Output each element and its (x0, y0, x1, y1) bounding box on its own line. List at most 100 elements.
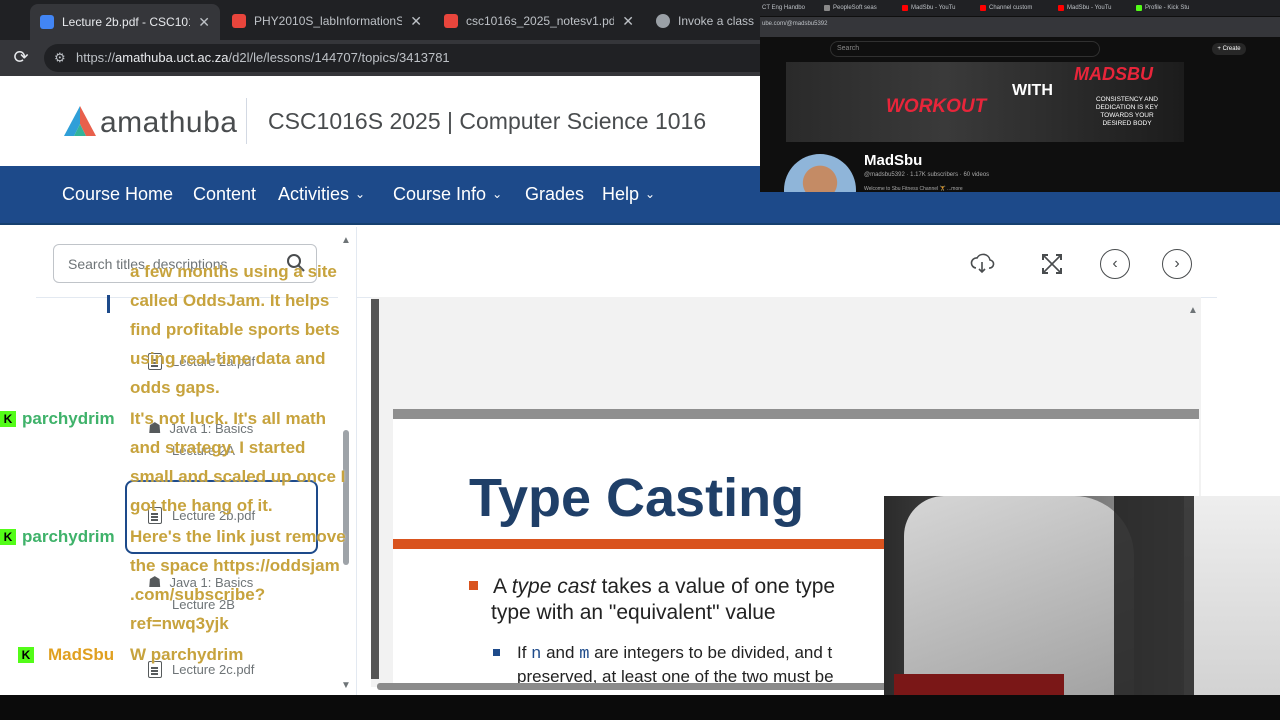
bullet-square-icon (469, 581, 478, 590)
tab-lecture-2b[interactable]: Lecture 2b.pdf - CSC1016S 20 ✕ (30, 4, 220, 40)
kick-badge-icon: K (0, 529, 16, 545)
chat-message-line: It's not luck. It's all math (130, 409, 327, 428)
webcam-shadow (1114, 496, 1194, 720)
overlay-tab: Profile - Kick Stu (1136, 2, 1189, 14)
nav-course-home[interactable]: Course Home (62, 184, 173, 205)
bullet2-and: and (541, 643, 580, 662)
nav-help[interactable]: Help ⌄ (602, 184, 655, 205)
chat-message-line: the space https://oddsjam (130, 556, 340, 575)
url-path: /d2l/le/lessons/144707/topics/3413781 (228, 50, 450, 65)
kick-favicon-icon (1136, 5, 1142, 11)
pdf-favicon-icon (232, 14, 246, 28)
close-tab-icon[interactable]: ✕ (622, 13, 634, 30)
nav-label: Course Home (62, 184, 174, 204)
nav-grades[interactable]: Grades (525, 184, 584, 205)
bullet1-line2: type with an "equivalent" value (491, 601, 776, 624)
overlay-tab-label: CT Eng Handbo (762, 5, 805, 11)
channel-avatar (784, 154, 856, 192)
youtube-search-input: Search (830, 41, 1100, 57)
youtube-favicon-icon (1058, 5, 1064, 11)
bullet2-post: are integers to be divided, and t (589, 643, 833, 662)
close-tab-icon[interactable]: ✕ (410, 13, 422, 30)
scroll-down-icon[interactable]: ▼ (341, 680, 351, 691)
scroll-up-icon[interactable]: ▲ (1188, 305, 1198, 316)
tab-label: PHY2010S_labInformationShe (254, 14, 403, 28)
channel-banner: WORKOUT WITH MADSBU CONSISTENCY AND DEDI… (786, 62, 1184, 142)
webcam-overlay (884, 496, 1280, 720)
chat-message-line: Here's the link just remove (130, 527, 346, 546)
nav-content[interactable]: Content (193, 184, 256, 205)
download-icon[interactable] (967, 249, 997, 279)
stream-chat-overlay: a few months using a site called OddsJam… (0, 255, 380, 675)
banner-tagline: CONSISTENCY AND DEDICATION IS KEY TOWARD… (1095, 96, 1159, 127)
favicon-icon (824, 5, 830, 11)
course-title[interactable]: CSC1016S 2025 | Computer Science 1016 (268, 108, 706, 135)
previous-icon[interactable]: ‹ (1100, 249, 1130, 279)
reload-icon[interactable]: ⟳ (10, 46, 32, 68)
webcam-window-background (1184, 496, 1280, 720)
chat-message-line: and strategy. I started (130, 438, 306, 457)
close-tab-icon[interactable]: ✕ (198, 14, 210, 31)
channel-name: MadSbu (864, 152, 923, 169)
pdf-favicon-icon (444, 14, 458, 28)
overlay-tab: CT Eng Handbo (762, 2, 805, 14)
overlay-tab-label: Profile - Kick Stu (1145, 5, 1190, 11)
url-field[interactable]: ⚙ https://amathuba.uct.ac.za/d2l/le/less… (44, 44, 784, 72)
chat-message-line: odds gaps. (130, 378, 220, 397)
banner-with-text: WITH (1012, 82, 1053, 99)
channel-meta: @madsbu5392 · 1.17K subscribers · 60 vid… (864, 172, 990, 178)
scroll-up-icon[interactable]: ▲ (341, 235, 351, 246)
nav-label: Course Info (393, 184, 487, 204)
slide-title: Type Casting (469, 468, 805, 528)
nav-label: Grades (525, 184, 585, 204)
overlay-tab-strip: CT Eng Handbo PeopleSoft seas MadSbu - Y… (760, 0, 1280, 16)
bullet2-m: m (579, 645, 590, 664)
chat-message-line: a few months using a site (130, 262, 337, 281)
header-separator (246, 98, 247, 144)
overlay-tab: Channel custom (980, 2, 1032, 14)
banner-madsbu-text: MADSBU (1074, 64, 1153, 84)
fullscreen-icon[interactable] (1037, 249, 1067, 279)
site-info-icon[interactable]: ⚙ (54, 44, 66, 72)
banner-workout-text: WORKOUT (886, 96, 987, 117)
chat-username: parchydrim (22, 409, 115, 428)
taskbar-strip (0, 695, 1280, 720)
logo-text[interactable]: amathuba (100, 106, 237, 140)
chat-message-line: .com/subscribe? (130, 585, 266, 604)
youtube-search-placeholder: Search (837, 45, 860, 52)
tab-phy2010s[interactable]: PHY2010S_labInformationShe ✕ (222, 6, 432, 36)
pdf-horizontal-scrollbar[interactable] (377, 683, 937, 690)
overlay-tab: PeopleSoft seas (824, 2, 877, 14)
overlay-address-bar: ube.com/@madsbu5392 (760, 17, 1280, 37)
tab-label: Lecture 2b.pdf - CSC1016S 20 (62, 15, 190, 29)
pdf-favicon-icon (40, 15, 54, 29)
tab-invoke-class[interactable]: Invoke a class in (646, 6, 766, 36)
bullet2-pre: If (517, 643, 532, 662)
chat-username: parchydrim (22, 527, 115, 546)
globe-icon (656, 14, 670, 28)
youtube-channel-overlay: CT Eng Handbo PeopleSoft seas MadSbu - Y… (760, 0, 1280, 192)
nav-activities[interactable]: Activities ⌄ (278, 184, 365, 205)
tab-csc1016s-notes[interactable]: csc1016s_2025_notesv1.pdf ✕ (434, 6, 644, 36)
chat-message-line: using real-time data and (130, 349, 326, 368)
overlay-tab-label: MadSbu - YouTu (1067, 5, 1112, 11)
next-icon[interactable]: › (1162, 249, 1192, 279)
overlay-tab: MadSbu - YouTu (1058, 2, 1111, 14)
youtube-favicon-icon (980, 5, 986, 11)
channel-description: Welcome to Sbu Fitness Channel 🏋 ...more (864, 186, 963, 192)
kick-badge-icon: K (0, 411, 16, 427)
amathuba-logo-icon[interactable] (62, 104, 98, 140)
youtube-create-button: + Create (1212, 43, 1246, 55)
chat-message-line: called OddsJam. It helps (130, 291, 330, 310)
bullet-square-icon (493, 649, 500, 656)
youtube-favicon-icon (902, 5, 908, 11)
bullet1-emphasis: type cast (511, 575, 596, 598)
screen: Lecture 2b.pdf - CSC1016S 20 ✕ PHY2010S_… (0, 0, 1280, 720)
chevron-down-icon: ⌄ (492, 187, 503, 201)
tab-label: csc1016s_2025_notesv1.pdf (466, 14, 615, 28)
url-prefix: https:// (76, 50, 116, 65)
nav-course-info[interactable]: Course Info ⌄ (393, 184, 502, 205)
bullet2-n: n (531, 645, 542, 664)
chevron-down-icon: ⌄ (645, 187, 656, 201)
chat-message-line: got the hang of it. (130, 496, 273, 515)
